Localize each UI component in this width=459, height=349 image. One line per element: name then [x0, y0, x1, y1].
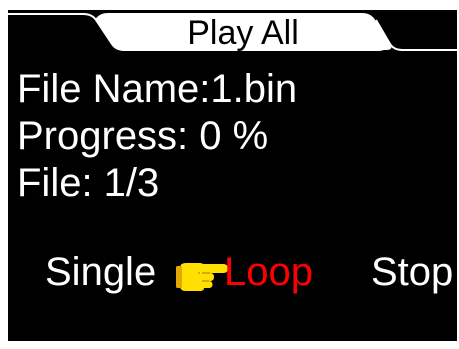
pointing-hand-icon: [176, 263, 228, 291]
file-count-label: File: 1/3: [17, 161, 160, 205]
loop-option[interactable]: Loop: [224, 249, 313, 295]
progress-label: Progress: 0 %: [17, 114, 269, 158]
single-option[interactable]: Single: [45, 249, 156, 295]
page-title: Play All: [187, 14, 299, 52]
stop-option[interactable]: Stop: [371, 249, 453, 295]
file-name-label: File Name:1.bin: [17, 67, 298, 111]
device-screen: Play All File Name:1.bin Progress: 0 % F…: [8, 10, 457, 341]
